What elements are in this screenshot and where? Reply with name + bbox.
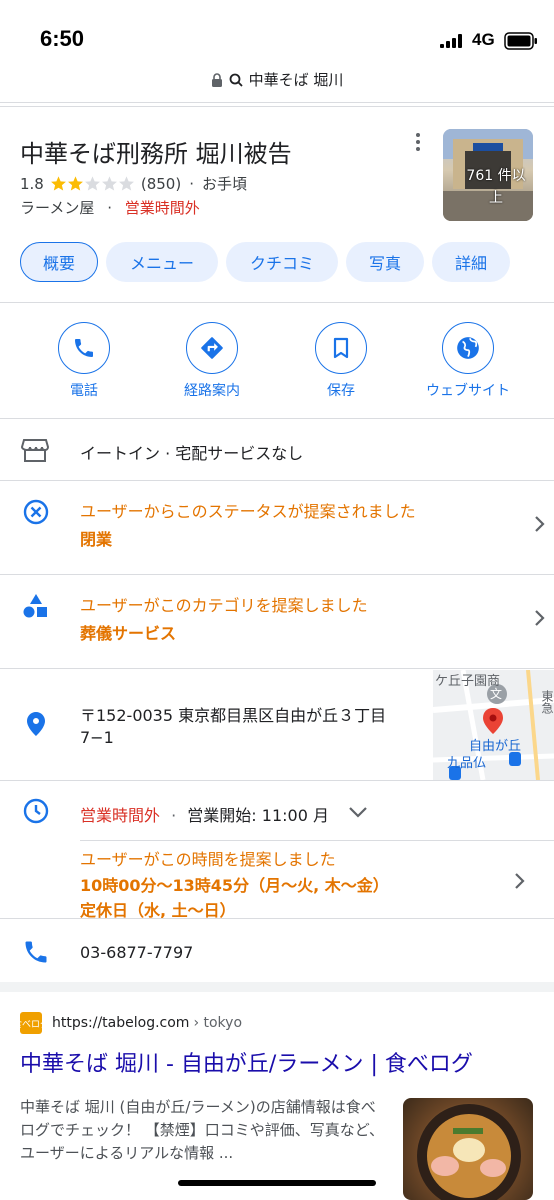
chevron-right-icon xyxy=(515,873,525,889)
storefront-icon xyxy=(21,439,49,462)
ramen-thumbnail[interactable] xyxy=(403,1098,533,1200)
star-empty-icon xyxy=(118,176,134,191)
result-path: › tokyo xyxy=(193,1015,243,1031)
place-category: ラーメン屋 xyxy=(20,199,95,217)
call-button[interactable]: 電話 xyxy=(24,322,144,400)
address-line-1[interactable]: 〒152-0035 東京都目黒区自由が丘３丁目 xyxy=(80,702,386,726)
result-source[interactable]: 食べログ https://tabelog.com › tokyo xyxy=(13,1012,243,1034)
rating-row: 1.8 (850) · お手頃 xyxy=(20,173,247,194)
tab-photos[interactable]: 写真 xyxy=(346,242,424,282)
tab-details[interactable]: 詳細 xyxy=(432,242,510,282)
star-rating xyxy=(50,175,135,192)
category-shapes-icon xyxy=(23,594,47,618)
open-status: 営業時間外 xyxy=(124,199,200,217)
place-tabs: 概要 メニュー クチコミ 写真 詳細 xyxy=(20,242,510,282)
divider xyxy=(0,480,554,481)
photo-count: 761 件以上 xyxy=(466,168,526,206)
clock: 6:50 xyxy=(40,26,85,51)
close-circle-icon xyxy=(23,499,49,525)
search-query: 中華そば 堀川 xyxy=(248,71,344,89)
rating-value: 1.8 xyxy=(20,174,44,193)
divider xyxy=(0,574,554,575)
suggested-category: 葬儀サービス xyxy=(80,624,177,643)
suggested-status: 閉業 xyxy=(80,530,113,549)
suggested-hours: 10時00分〜13時45分（月〜火, 木〜金） xyxy=(80,876,389,895)
separator-dot: · xyxy=(189,174,194,193)
service-options: イートイン · 宅配サービスなし xyxy=(80,444,304,463)
map-label-poi: 文 xyxy=(490,687,503,701)
price-level: お手頃 xyxy=(201,175,247,193)
location-pin-icon xyxy=(27,712,45,736)
save-label: 保存 xyxy=(327,383,355,399)
hours-opens: 営業開始: 11:00 月 xyxy=(187,806,329,825)
directions-icon xyxy=(201,337,223,359)
globe-icon xyxy=(457,337,479,359)
tab-menu[interactable]: メニュー xyxy=(106,242,218,282)
lock-icon xyxy=(211,72,222,87)
search-icon xyxy=(229,73,243,87)
map-label-tokyu: 東急 xyxy=(540,690,554,714)
map-label-kuhonbutsu: 九品仏 xyxy=(447,756,487,771)
place-name: 中華そば刑務所 堀川被告 xyxy=(20,140,292,168)
divider xyxy=(0,302,554,303)
divider xyxy=(0,668,554,669)
chevron-down-icon[interactable] xyxy=(348,806,368,818)
phone-icon xyxy=(25,941,47,963)
network-label: 4G xyxy=(472,30,495,49)
ramen-photo xyxy=(417,1104,521,1200)
home-indicator[interactable] xyxy=(178,1180,376,1186)
directions-label: 経路案内 xyxy=(184,383,240,399)
review-count[interactable]: (850) xyxy=(141,175,181,193)
result-url: https://tabelog.com xyxy=(52,1015,190,1031)
address-line-2[interactable]: 7−1 xyxy=(80,728,114,747)
result-title[interactable]: 中華そば 堀川 - 自由が丘/ラーメン | 食べログ xyxy=(20,1046,473,1078)
signal-icon xyxy=(440,34,462,48)
divider xyxy=(80,840,554,841)
star-filled-icon xyxy=(67,176,83,191)
map-thumbnail[interactable]: ケ丘子園商 文 自由が丘 九品仏 東急 xyxy=(433,670,554,780)
separator-dot: · xyxy=(107,199,112,217)
hours-closed-status: 営業時間外 xyxy=(80,806,161,825)
place-photo[interactable]: 761 件以上 xyxy=(443,129,533,221)
tab-reviews[interactable]: クチコミ xyxy=(226,242,338,282)
separator-dot: · xyxy=(171,806,177,825)
action-buttons: 電話 経路案内 保存 ウェブサイト xyxy=(0,322,554,402)
clock-icon xyxy=(23,798,49,824)
divider xyxy=(0,106,554,107)
tabelog-favicon: 食べログ xyxy=(13,1012,49,1034)
bookmark-icon xyxy=(333,337,349,359)
status-bar: 6:50 4G xyxy=(0,0,554,66)
hours-suggestion-text: ユーザーがこの時間を提案しました xyxy=(80,850,336,869)
star-empty-icon xyxy=(84,176,100,191)
call-label: 電話 xyxy=(70,383,98,399)
chevron-right-icon xyxy=(535,516,545,532)
website-button[interactable]: ウェブサイト xyxy=(408,322,528,400)
result-description: 中華そば 堀川 (自由が丘/ラーメン)の店舗情報は食べログでチェック！ 【禁煙】… xyxy=(20,1098,385,1162)
divider xyxy=(0,102,554,103)
save-button[interactable]: 保存 xyxy=(281,322,401,400)
category-row: ラーメン屋 · 営業時間外 xyxy=(20,197,200,218)
chevron-right-icon xyxy=(535,610,545,626)
star-filled-icon xyxy=(50,176,66,191)
category-suggestion-text: ユーザーがこのカテゴリを提案しました xyxy=(80,596,368,615)
section-separator xyxy=(0,982,554,992)
tab-overview[interactable]: 概要 xyxy=(20,242,98,282)
status-suggestion-text: ユーザーからこのステータスが提案されました xyxy=(80,502,416,521)
star-empty-icon xyxy=(101,176,117,191)
phone-number[interactable]: 03-6877-7797 xyxy=(80,943,193,962)
website-label: ウェブサイト xyxy=(426,383,510,399)
divider xyxy=(0,780,554,781)
hours-row[interactable]: 営業時間外 · 営業開始: 11:00 月 xyxy=(80,802,329,826)
divider xyxy=(0,918,554,919)
address-bar[interactable]: 中華そば 堀川 xyxy=(0,66,554,96)
phone-icon xyxy=(75,339,93,357)
divider xyxy=(0,418,554,419)
battery-icon xyxy=(504,32,537,50)
directions-button[interactable]: 経路案内 xyxy=(152,322,272,400)
more-options-icon[interactable] xyxy=(410,132,426,152)
